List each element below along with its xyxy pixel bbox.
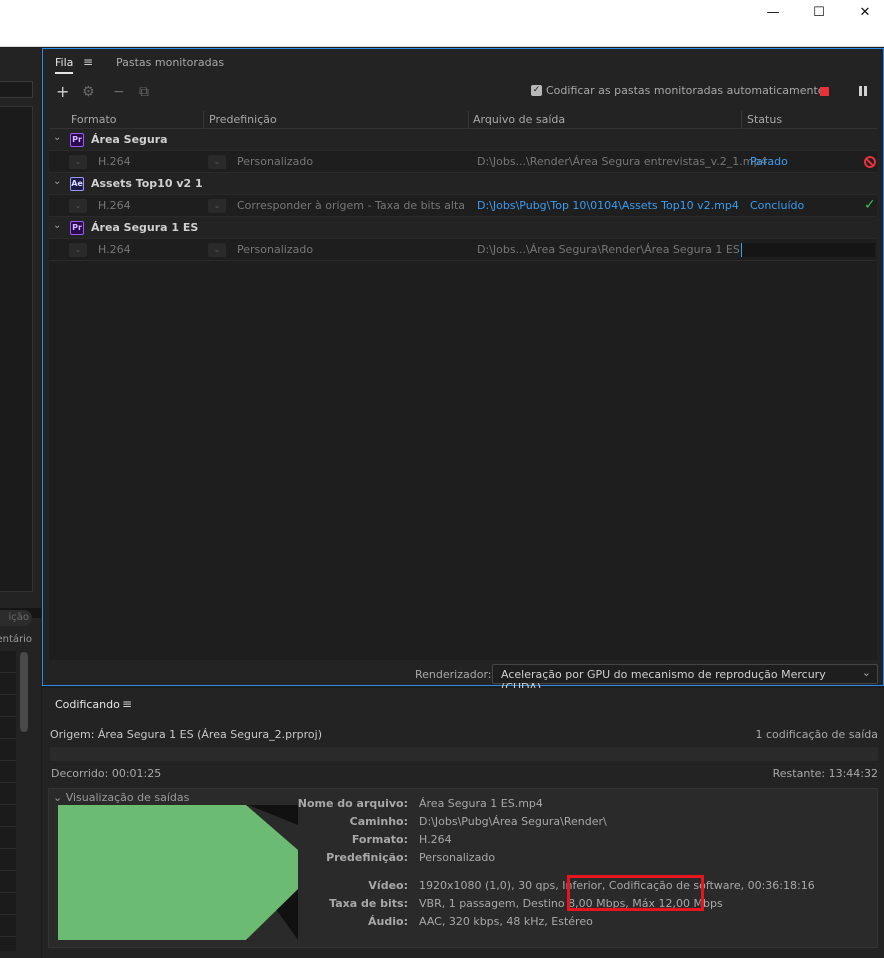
duplicate-icon[interactable]: ⧉ [139,84,149,100]
queue-column-header: Formato Predefinição Arquivo de saída St… [49,111,877,129]
info-value-preset: Personalizado [419,851,496,864]
column-format[interactable]: Formato [71,113,117,126]
info-label-format: Formato: [351,833,408,846]
settings-sliders-icon[interactable]: ⚙ [82,84,95,100]
encoding-origin: Origem: Área Segura 1 ES (Área Segura_2.… [50,728,323,741]
source-name: Área Segura 1 ES [91,221,199,234]
remaining-time: Restante: 13:44:32 [772,767,878,780]
encode-progress-bar [741,243,875,257]
premiere-icon: Pr [70,221,84,235]
column-preset[interactable]: Predefinição [209,113,277,126]
chevron-down-icon[interactable]: ⌄ [53,176,61,187]
auto-encode-label: Codificar as pastas monitoradas automati… [546,84,825,97]
preset-value[interactable]: Personalizado [237,155,313,168]
info-value-audio: AAC, 320 kbps, 48 kHz, Estéreo [419,915,593,928]
premiere-icon: Pr [70,133,84,147]
format-dropdown[interactable]: ⌄ [69,243,87,257]
queue-panel: Fila ≡ Pastas monitoradas + ⚙ − ⧉ ✓ Codi… [42,48,884,694]
format-dropdown[interactable]: ⌄ [69,199,87,213]
encoding-panel: Codificando ≡ Origem: Área Segura 1 ES (… [42,688,884,958]
checkmark-icon: ✓ [864,197,876,213]
output-file-link[interactable]: D:\Jobs...\Área Segura\Render\Área Segur… [477,243,768,256]
column-status[interactable]: Status [747,113,782,126]
encoding-menu-icon[interactable]: ≡ [122,697,132,711]
preset-column-label: entário [0,634,32,645]
elapsed-time: Decorrido: 00:01:25 [51,767,162,780]
info-label-preset: Predefinição: [326,851,408,864]
source-name: Assets Top10 v2 1 [91,177,203,190]
info-label-audio: Áudio: [368,915,408,928]
format-value[interactable]: H.264 [98,243,131,256]
renderer-label: Renderizador: [415,668,492,681]
status-text: Parado [750,155,788,168]
media-search-input[interactable] [0,81,33,98]
status-text: Concluído [750,199,805,212]
chevron-down-icon: ⌄ [861,666,871,679]
output-file-link[interactable]: D:\Jobs...\Render\Área Segura entrevista… [477,155,767,168]
info-value-format: H.264 [419,833,452,846]
chevron-down-icon[interactable]: ⌄ [53,220,61,231]
tab-queue[interactable]: Fila [55,56,74,74]
info-label-bitrate: Taxa de bits: [329,897,408,910]
column-output-file[interactable]: Arquivo de saída [473,113,565,126]
add-source-icon[interactable]: + [56,82,69,101]
tab-watch-folders[interactable]: Pastas monitoradas [116,56,224,69]
preset-action-button[interactable]: ição [0,610,32,626]
output-count: 1 codificação de saída [755,728,878,741]
output-file-link[interactable]: D:\Jobs\Pubg\Top 10\0104\Assets Top10 v2… [477,199,739,212]
preset-value[interactable]: Corresponder à origem - Taxa de bits alt… [237,199,465,212]
info-value-filename: Área Segura 1 ES.mp4 [419,797,543,810]
auto-encode-checkbox[interactable]: ✓ [531,85,542,96]
preset-scrollbar[interactable] [20,652,28,732]
renderer-select[interactable]: Aceleração por GPU do mecanismo de repro… [492,664,878,694]
format-value[interactable]: H.264 [98,199,131,212]
preset-value[interactable]: Personalizado [237,243,313,256]
info-label-video: Vídeo: [368,879,408,892]
preset-dropdown[interactable]: ⌄ [208,243,226,257]
remove-icon[interactable]: − [113,84,125,100]
output-preview-toggle[interactable]: ⌄ Visualização de saídas [53,791,189,804]
preset-dropdown[interactable]: ⌄ [208,155,226,169]
column-divider[interactable] [468,111,469,129]
queue-item-row[interactable]: ⌄ H.264 ⌄ Personalizado D:\Jobs...\Rende… [49,151,877,173]
source-name: Área Segura [91,133,168,146]
queue-item-row[interactable]: ⌄ H.264 ⌄ Personalizado D:\Jobs...\Área … [49,239,877,261]
format-dropdown[interactable]: ⌄ [69,155,87,169]
encoding-progress-bar [50,747,878,761]
thumbnail-image [58,805,298,940]
queue-menu-icon[interactable]: ≡ [83,55,93,69]
close-button[interactable]: ✕ [842,0,884,24]
stopped-icon [864,156,876,168]
output-preview-title: Visualização de saídas [65,791,190,804]
queue-group-row[interactable]: ⌄ Pr Área Segura [49,129,877,151]
annotation-highlight-box [567,875,704,911]
output-thumbnail [58,805,298,940]
output-preview: ⌄ Visualização de saídas Nome do arquivo… [48,788,878,948]
media-browser-list [0,106,33,592]
preset-list [0,651,16,951]
media-browser-panel: ição entário [0,48,41,958]
window-titlebar: — ☐ ✕ [0,0,884,47]
column-divider[interactable] [741,111,742,129]
info-value-path: D:\Jobs\Pubg\Área Segura\Render\ [419,815,607,828]
queue-item-row[interactable]: ⌄ H.264 ⌄ Corresponder à origem - Taxa d… [49,195,877,217]
stop-queue-button[interactable] [820,87,829,96]
minimize-button[interactable]: — [750,0,796,24]
queue-list: ⌄ Pr Área Segura ⌄ H.264 ⌄ Personalizado… [49,129,877,660]
column-divider[interactable] [203,111,204,129]
format-value[interactable]: H.264 [98,155,131,168]
maximize-button[interactable]: ☐ [796,0,842,24]
queue-group-row[interactable]: ⌄ Pr Área Segura 1 ES [49,217,877,239]
chevron-down-icon[interactable]: ⌄ [53,132,61,143]
info-label-path: Caminho: [349,815,408,828]
queue-group-row[interactable]: ⌄ Ae Assets Top10 v2 1 [49,173,877,195]
after-effects-icon: Ae [70,177,84,191]
tab-encoding[interactable]: Codificando [55,698,120,711]
pause-queue-button[interactable] [859,86,867,96]
preset-dropdown[interactable]: ⌄ [208,199,226,213]
encode-progress-fill [741,243,743,257]
info-label-filename: Nome do arquivo: [297,797,408,810]
